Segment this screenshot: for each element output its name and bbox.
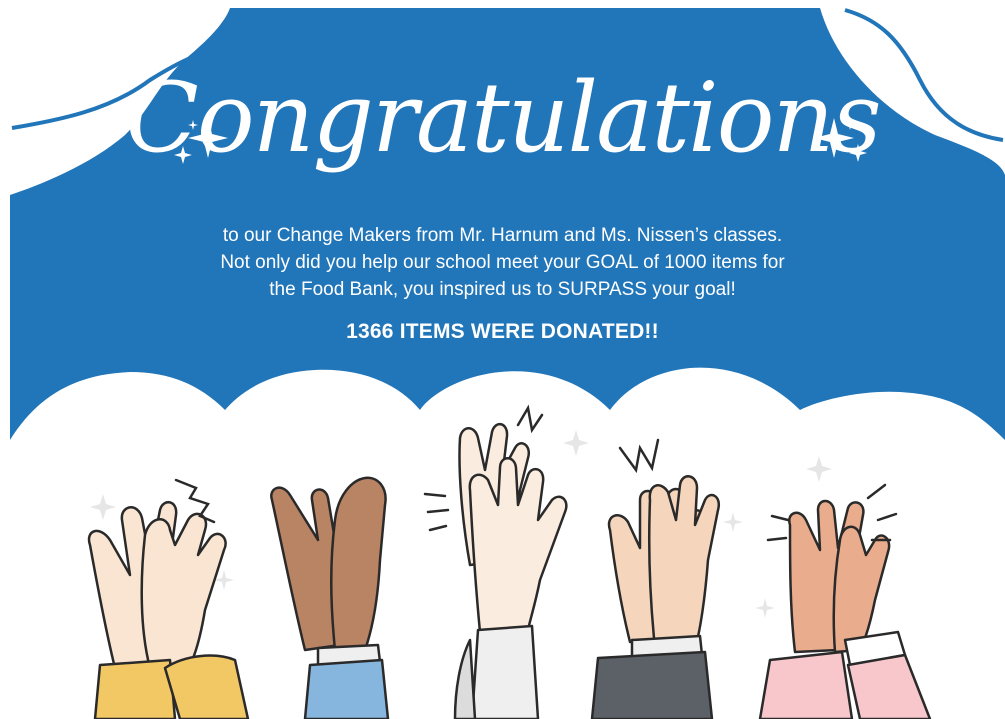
message-line: the Food Bank, you inspired us to SURPAS… [269, 279, 736, 300]
donation-total-headline: 1366 ITEMS WERE DONATED!! [346, 320, 659, 343]
congratulations-card: Congratulations to our Change Makers fro… [0, 0, 1005, 719]
clapping-hands-white [453, 423, 568, 719]
message-line: to our Change Makers from Mr. Harnum and… [222, 225, 783, 246]
clapping-hands-blue [270, 476, 390, 719]
clapping-hands-gray [590, 475, 721, 719]
clapping-hands-illustration [87, 423, 932, 719]
clapping-hands-pink [758, 499, 932, 719]
clapping-hands-yellow [87, 501, 250, 719]
congratulations-title: Congratulations [125, 62, 881, 174]
thank-you-message: to our Change Makers from Mr. Harnum and… [100, 222, 905, 303]
message-line: Not only did you help our school meet yo… [220, 252, 785, 273]
